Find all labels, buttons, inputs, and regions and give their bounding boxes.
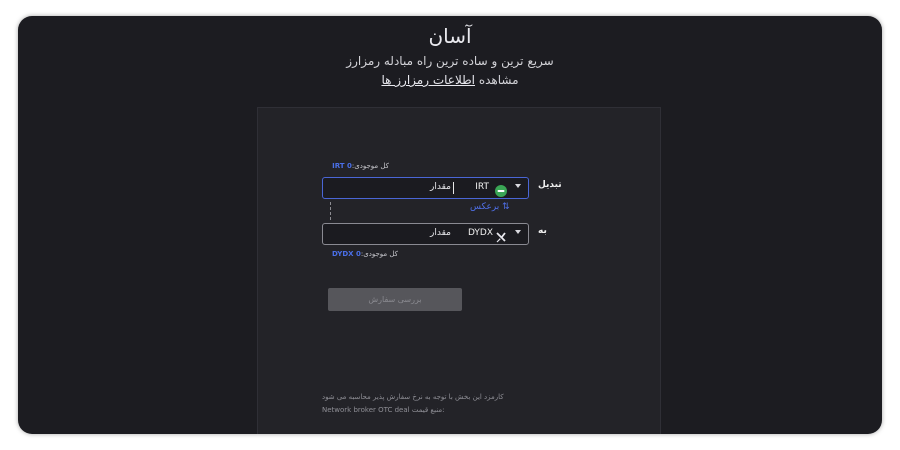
to-balance-value: DYDX 0 <box>331 250 361 258</box>
view-prefix: مشاهده <box>478 73 519 87</box>
chevron-down-icon[interactable] <box>515 230 521 234</box>
to-amount-field[interactable]: DYDX مقدار <box>322 223 529 245</box>
crypto-info-link[interactable]: اطلاعات رمزارز ها <box>381 73 475 87</box>
text-caret <box>453 182 454 194</box>
page-title: آسان <box>428 24 472 48</box>
price-source-value: Network broker OTC deal <box>322 406 410 414</box>
from-balance-value: IRT 0 <box>332 162 352 170</box>
swap-connector <box>330 202 331 220</box>
to-coin-name[interactable]: DYDX <box>468 228 493 238</box>
convert-label: تبدیل <box>538 180 562 190</box>
from-amount-placeholder: مقدار <box>430 182 451 192</box>
view-info-line: مشاهده اطلاعات رمزارز ها <box>18 73 882 87</box>
to-amount-placeholder: مقدار <box>430 228 451 238</box>
swap-icon: ⇅ <box>502 202 510 212</box>
dydx-icon <box>495 228 507 243</box>
from-balance-label: کل موجودی: <box>351 162 389 170</box>
tagline: سریع ترین و ساده ترین راه مبادله رمزارز <box>346 54 554 68</box>
to-balance-label: کل موجودی: <box>360 250 398 258</box>
fee-note: کارمزد این بخش با توجه به نرخ سفارش پذیر… <box>322 393 504 401</box>
swap-label: برعکس <box>470 202 500 212</box>
chevron-down-icon[interactable] <box>515 184 521 188</box>
price-source-label: منبع قیمت: <box>411 406 445 414</box>
to-balance: کل موجودی:DYDX 0 <box>332 250 398 258</box>
app-window: آسان سریع ترین و ساده ترین راه مبادله رم… <box>18 16 882 434</box>
exchange-card: کل موجودی:IRT 0 تبدیل IRT مقدار ⇅ برعکس … <box>257 107 661 434</box>
from-amount-field[interactable]: IRT مقدار <box>322 177 529 199</box>
price-source: Network broker OTC deal منبع قیمت: <box>322 406 445 414</box>
from-coin-name[interactable]: IRT <box>475 182 489 192</box>
to-label: به <box>538 226 547 236</box>
toman-icon <box>495 182 507 197</box>
review-order-button[interactable]: بررسی سفارش <box>328 288 462 311</box>
from-balance: کل موجودی:IRT 0 <box>332 162 389 170</box>
swap-button[interactable]: ⇅ برعکس <box>470 202 510 212</box>
